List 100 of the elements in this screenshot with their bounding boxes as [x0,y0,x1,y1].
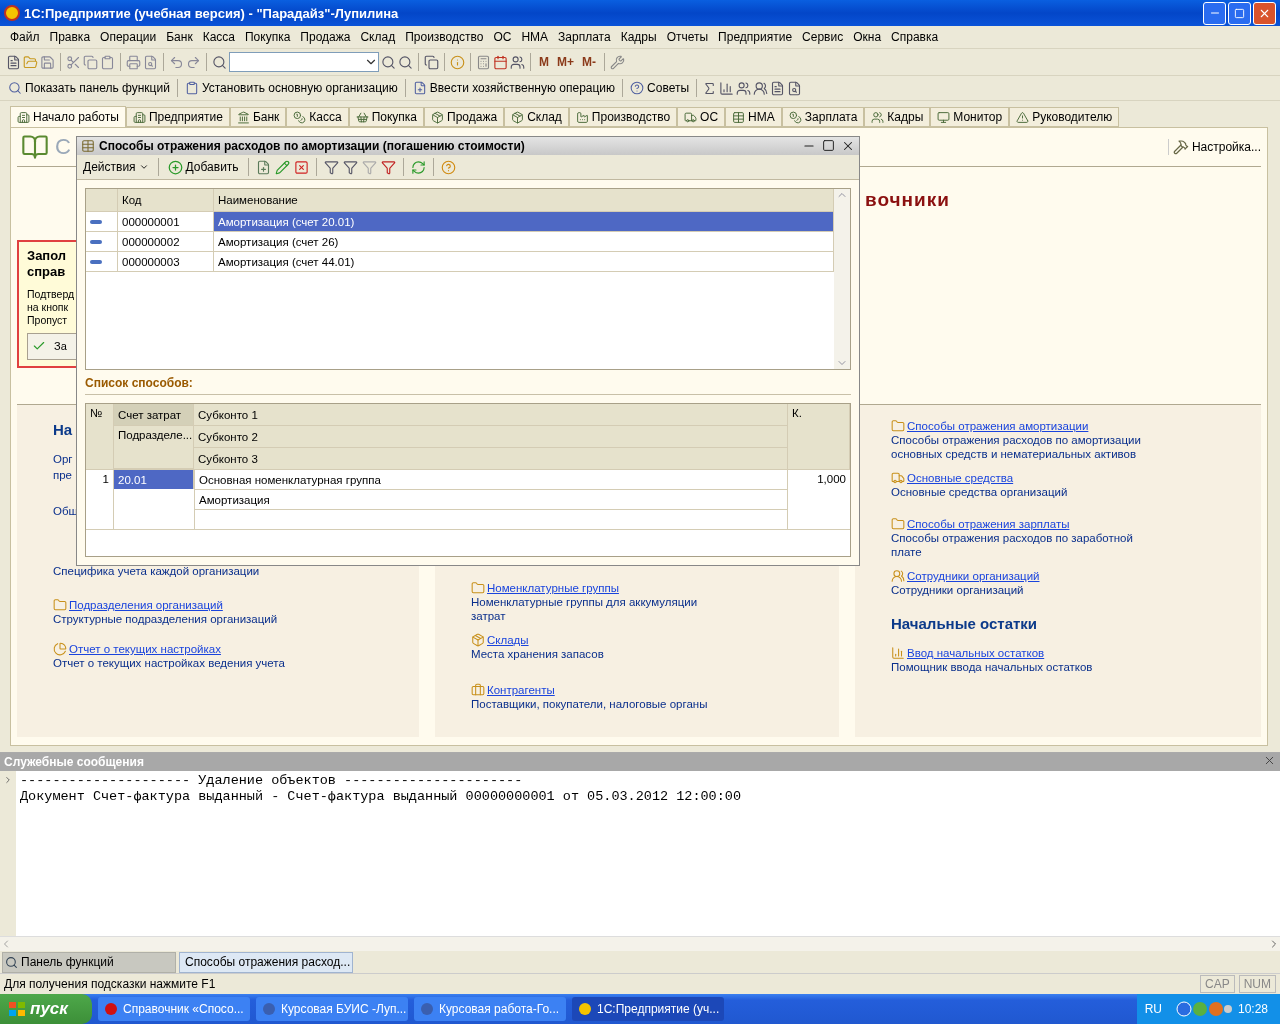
preview-icon[interactable] [787,80,803,96]
cut-icon[interactable] [66,54,81,70]
menu-item[interactable]: Отчеты [662,30,713,44]
add-button[interactable]: Добавить [165,159,241,175]
menu-item[interactable]: Правка [45,30,95,44]
copy-icon[interactable] [83,54,98,70]
minimize-button[interactable] [1203,1,1226,25]
tab[interactable]: Руководителю [1009,107,1120,127]
column-header[interactable]: К. [788,404,850,469]
actions-menu[interactable]: Действия [81,160,151,174]
column-header[interactable]: Код [118,189,214,211]
taskbar-button[interactable]: Курсовая БУИС -Луп... [256,997,408,1021]
menu-item[interactable]: Касса [198,30,239,44]
column-header[interactable]: Счет затрат [114,404,194,425]
tab[interactable]: Продажа [424,107,505,127]
search-next-icon[interactable] [381,54,396,70]
close-icon[interactable] [841,139,855,153]
tab[interactable]: Монитор [930,107,1010,127]
link[interactable]: Сотрудники организаций [907,570,1040,582]
toolbar-button[interactable]: Ввести хозяйственную операцию [410,81,618,95]
edit-icon[interactable] [274,159,290,175]
taskbar-button[interactable]: Справочник «Спосо... [98,997,250,1021]
search-field[interactable] [229,52,379,72]
column-header[interactable]: Подразделе... [114,426,194,468]
tab[interactable]: Склад [504,107,569,127]
column-header[interactable]: Наименование [214,189,834,211]
link[interactable]: Основные средства [907,472,1014,484]
redo-icon[interactable] [186,54,201,70]
menu-item[interactable]: Окна [849,30,886,44]
tab[interactable]: Начало работы [10,106,126,127]
undo-icon[interactable] [169,54,184,70]
menu-item[interactable]: Кадры [616,30,661,44]
document-icon[interactable] [770,80,786,96]
tab[interactable]: Производство [568,107,678,127]
tab[interactable]: ОС [677,107,726,127]
menu-item[interactable]: Сервис [798,30,848,44]
memory-button[interactable]: M+ [554,55,577,69]
info-icon[interactable] [450,54,465,70]
menu-item[interactable]: Операции [96,30,161,44]
help-icon[interactable] [440,159,456,175]
menu-item[interactable]: Производство [401,30,488,44]
menu-item[interactable]: Справка [887,30,943,44]
column-header[interactable]: Субконто 1 [194,404,788,425]
search-icon[interactable] [212,54,227,70]
menu-item[interactable]: Зарплата [554,30,615,44]
column-header[interactable]: Субконто 3 [194,448,788,469]
table-cell[interactable]: Амортизация (счет 20.01) [214,212,834,231]
refresh-icon[interactable] [410,159,426,175]
tab[interactable]: Покупка [348,107,425,127]
filter-icon[interactable] [342,159,358,175]
table-cell[interactable]: 20.01 [114,470,194,489]
delete-icon[interactable] [293,159,309,175]
memory-button[interactable]: M [536,55,552,69]
link[interactable]: Ввод начальных остатков [907,647,1045,659]
column-header[interactable]: № [86,404,114,469]
report-icon[interactable] [719,80,735,96]
tab[interactable]: НМА [725,107,782,127]
expand-icon[interactable] [3,775,13,785]
tools-icon[interactable] [610,54,625,70]
link[interactable]: Подразделения организаций [69,599,223,611]
copy-item-icon[interactable] [255,159,271,175]
link[interactable]: Способы отражения амортизации [907,420,1089,432]
people-icon[interactable] [753,80,769,96]
filter-icon[interactable] [323,159,339,175]
clear-filter-icon[interactable] [380,159,396,175]
paste-icon[interactable] [100,54,115,70]
users-icon[interactable] [736,80,752,96]
tab[interactable]: Касса [286,107,349,127]
taskbar-button[interactable]: 1С:Предприятие (уч... [572,997,724,1021]
menu-item[interactable]: НМА [517,30,553,44]
tab[interactable]: Предприятие [125,107,230,127]
restore-button[interactable] [1228,1,1251,25]
close-icon[interactable] [1263,754,1276,767]
menu-item[interactable]: ОС [489,30,516,44]
tab[interactable]: Зарплата [781,107,865,127]
window-tab[interactable]: Способы отражения расход... [179,951,353,973]
toolbar-button[interactable]: Советы [628,81,692,95]
windows-icon[interactable] [424,54,439,70]
link[interactable]: Способы отражения зарплаты [907,518,1070,530]
maximize-icon[interactable] [822,139,835,152]
menu-item[interactable]: Предприятие [714,30,797,44]
search-previous-icon[interactable] [398,54,413,70]
menu-item[interactable]: Покупка [241,30,295,44]
link[interactable]: Отчет о текущих настройках [69,643,221,655]
calculator-icon[interactable] [476,54,491,70]
menu-item[interactable]: Банк [162,30,197,44]
link[interactable]: Номенклатурные группы [487,582,619,594]
menu-item[interactable]: Файл [6,30,44,44]
toolbar-button[interactable]: Установить основную организацию [182,81,400,95]
new-document-icon[interactable] [6,54,21,70]
tab[interactable]: Банк [229,107,287,127]
print-icon[interactable] [126,54,141,70]
link[interactable]: Склады [487,634,529,646]
calendar-icon[interactable] [493,54,508,70]
users-icon[interactable] [510,54,525,70]
toolbar-button[interactable]: Показать панель функций [6,81,172,95]
window-tab[interactable]: Панель функций [2,951,176,973]
menu-item[interactable]: Продажа [296,30,355,44]
memory-button[interactable]: M- [579,55,599,69]
link[interactable]: Контрагенты [487,684,555,696]
